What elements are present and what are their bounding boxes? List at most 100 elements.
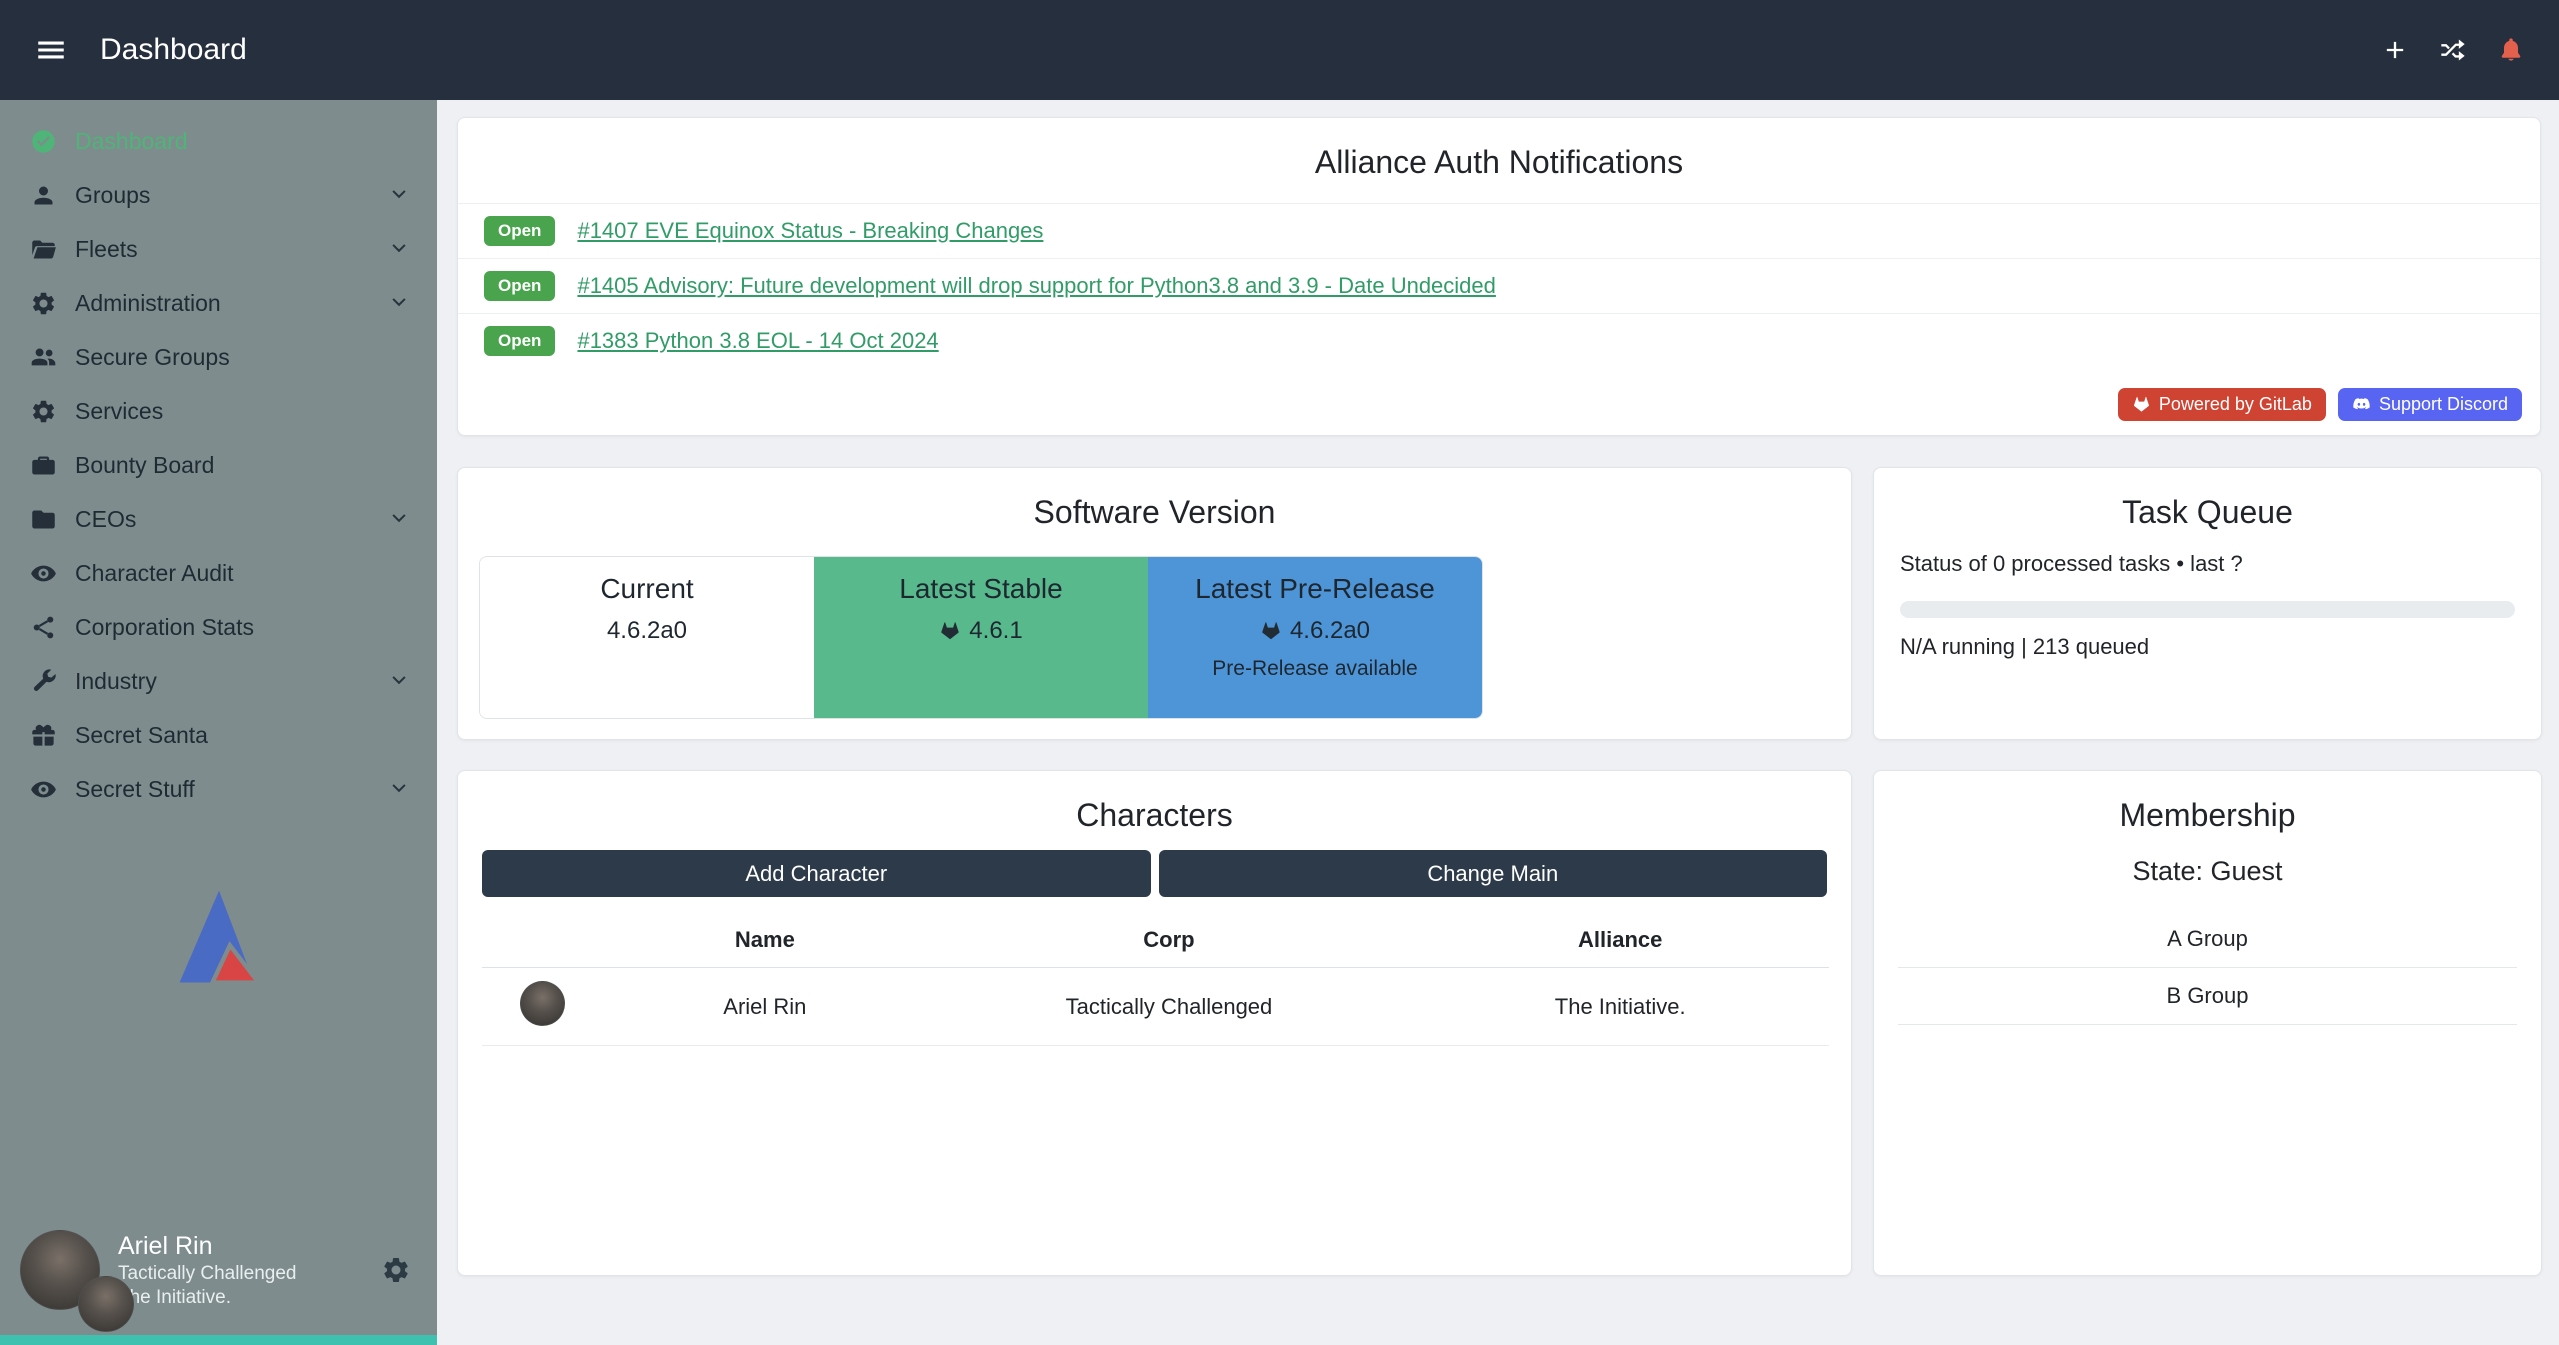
version-current: Current 4.6.2a0 <box>480 557 814 718</box>
sidebar-item-label: Corporation Stats <box>75 614 254 641</box>
avatar <box>78 1276 134 1332</box>
notifications-title: Alliance Auth Notifications <box>458 118 2540 181</box>
navbar-actions <box>2381 36 2525 64</box>
sidebar-item-fleets[interactable]: Fleets <box>0 222 437 276</box>
task-queue-status: Status of 0 processed tasks • last ? <box>1900 551 2515 577</box>
gears-icon <box>30 398 57 425</box>
notification-link[interactable]: #1407 EVE Equinox Status - Breaking Chan… <box>577 218 1043 244</box>
sidebar-item-bounty-board[interactable]: Bounty Board <box>0 438 437 492</box>
chevron-down-icon <box>387 291 411 315</box>
task-queue-counts: N/A running | 213 queued <box>1900 634 2515 660</box>
sidebar-item-administration[interactable]: Administration <box>0 276 437 330</box>
version-stable-value: 4.6.1 <box>969 617 1022 645</box>
eye-icon <box>30 776 57 803</box>
discord-badge[interactable]: Support Discord <box>2338 388 2522 421</box>
notification-row: Open #1383 Python 3.8 EOL - 14 Oct 2024 <box>458 313 2540 368</box>
gitlab-icon <box>1260 620 1282 642</box>
gift-icon <box>30 722 57 749</box>
users-icon <box>30 344 57 371</box>
version-prerelease-heading: Latest Pre-Release <box>1195 573 1435 605</box>
software-version-card: Software Version Current 4.6.2a0 Latest … <box>457 467 1852 740</box>
list-item: B Group <box>1898 968 2517 1025</box>
sidebar-item-label: Secret Stuff <box>75 776 195 803</box>
characters-card: Characters Add Character Change Main Nam… <box>457 770 1852 1276</box>
sidebar-item-corporation-stats[interactable]: Corporation Stats <box>0 600 437 654</box>
discord-badge-label: Support Discord <box>2379 394 2508 415</box>
wrench-icon <box>30 668 57 695</box>
notifications-card: Alliance Auth Notifications Open #1407 E… <box>457 117 2541 436</box>
sidebar-item-groups[interactable]: Groups <box>0 168 437 222</box>
user-corp: Tactically Challenged <box>118 1262 297 1286</box>
sidebar-item-label: CEOs <box>75 506 136 533</box>
version-prerelease-note: Pre-Release available <box>1212 657 1417 681</box>
table-header-row: Name Corp Alliance <box>482 915 1829 968</box>
status-badge: Open <box>484 271 555 301</box>
user-alliance: The Initiative. <box>118 1286 297 1310</box>
character-avatar-cell <box>482 968 603 1046</box>
avatar-column-header <box>482 915 603 968</box>
version-current-value: 4.6.2a0 <box>607 617 687 645</box>
status-badge: Open <box>484 216 555 246</box>
membership-groups-list: A Group B Group <box>1898 911 2517 1025</box>
user-name: Ariel Rin <box>118 1231 297 1262</box>
sidebar-item-industry[interactable]: Industry <box>0 654 437 708</box>
characters-title: Characters <box>458 771 1851 834</box>
gitlab-badge[interactable]: Powered by GitLab <box>2118 388 2326 421</box>
discord-icon <box>2352 395 2371 414</box>
top-navbar: Dashboard <box>0 0 2559 100</box>
notifications-footer: Powered by GitLab Support Discord <box>2118 388 2522 421</box>
sidebar-item-label: Bounty Board <box>75 452 214 479</box>
scrollbar-thumb[interactable] <box>0 1335 437 1345</box>
notification-row: Open #1407 EVE Equinox Status - Breaking… <box>458 203 2540 258</box>
task-queue-title: Task Queue <box>1874 468 2541 531</box>
avatar <box>520 981 565 1026</box>
task-queue-card: Task Queue Status of 0 processed tasks •… <box>1873 467 2542 740</box>
task-progress-bar <box>1900 601 2515 618</box>
gitlab-icon <box>939 620 961 642</box>
briefcase-icon <box>30 452 57 479</box>
gitlab-badge-label: Powered by GitLab <box>2159 394 2312 415</box>
sidebar-item-dashboard[interactable]: Dashboard <box>0 114 437 168</box>
sidebar-item-secret-stuff[interactable]: Secret Stuff <box>0 762 437 816</box>
sidebar-item-secure-groups[interactable]: Secure Groups <box>0 330 437 384</box>
membership-state: State: Guest <box>1874 856 2541 887</box>
notification-link[interactable]: #1383 Python 3.8 EOL - 14 Oct 2024 <box>577 328 938 354</box>
membership-title: Membership <box>1874 771 2541 834</box>
name-column-header: Name <box>603 915 926 968</box>
chevron-down-icon <box>387 777 411 801</box>
add-icon[interactable] <box>2381 36 2409 64</box>
sidebar-item-secret-santa[interactable]: Secret Santa <box>0 708 437 762</box>
sidebar-item-ceos[interactable]: CEOs <box>0 492 437 546</box>
sidebar-item-label: Administration <box>75 290 221 317</box>
sidebar: Dashboard Groups Fleets Administration S… <box>0 100 437 1345</box>
shuffle-icon[interactable] <box>2439 36 2467 64</box>
corp-column-header: Corp <box>926 915 1411 968</box>
notification-link[interactable]: #1405 Advisory: Future development will … <box>577 273 1495 299</box>
software-version-title: Software Version <box>458 468 1851 531</box>
version-box: Current 4.6.2a0 Latest Stable 4.6.1 Late… <box>479 556 1483 719</box>
menu-icon[interactable] <box>34 33 68 67</box>
folder-open-icon <box>30 236 57 263</box>
character-corp-cell: Tactically Challenged <box>926 968 1411 1046</box>
sidebar-spacer <box>0 988 437 1209</box>
user-icon <box>30 182 57 209</box>
version-prerelease: Latest Pre-Release 4.6.2a0 Pre-Release a… <box>1148 557 1482 718</box>
share-icon <box>30 614 57 641</box>
status-badge: Open <box>484 326 555 356</box>
chevron-down-icon <box>387 183 411 207</box>
sidebar-item-label: Industry <box>75 668 157 695</box>
sidebar-item-character-audit[interactable]: Character Audit <box>0 546 437 600</box>
sidebar-item-services[interactable]: Services <box>0 384 437 438</box>
add-character-button[interactable]: Add Character <box>482 850 1151 897</box>
settings-gear-icon[interactable] <box>381 1255 411 1285</box>
gitlab-icon <box>2132 395 2151 414</box>
chevron-down-icon <box>387 669 411 693</box>
table-row: Ariel Rin Tactically Challenged The Init… <box>482 968 1829 1046</box>
alliance-column-header: Alliance <box>1411 915 1829 968</box>
sidebar-nav: Dashboard Groups Fleets Administration S… <box>0 100 437 816</box>
change-main-button[interactable]: Change Main <box>1159 850 1828 897</box>
characters-buttons: Add Character Change Main <box>458 850 1851 897</box>
membership-card: Membership State: Guest A Group B Group <box>1873 770 2542 1276</box>
character-alliance-cell: The Initiative. <box>1411 968 1829 1046</box>
notifications-bell-icon[interactable] <box>2497 36 2525 64</box>
